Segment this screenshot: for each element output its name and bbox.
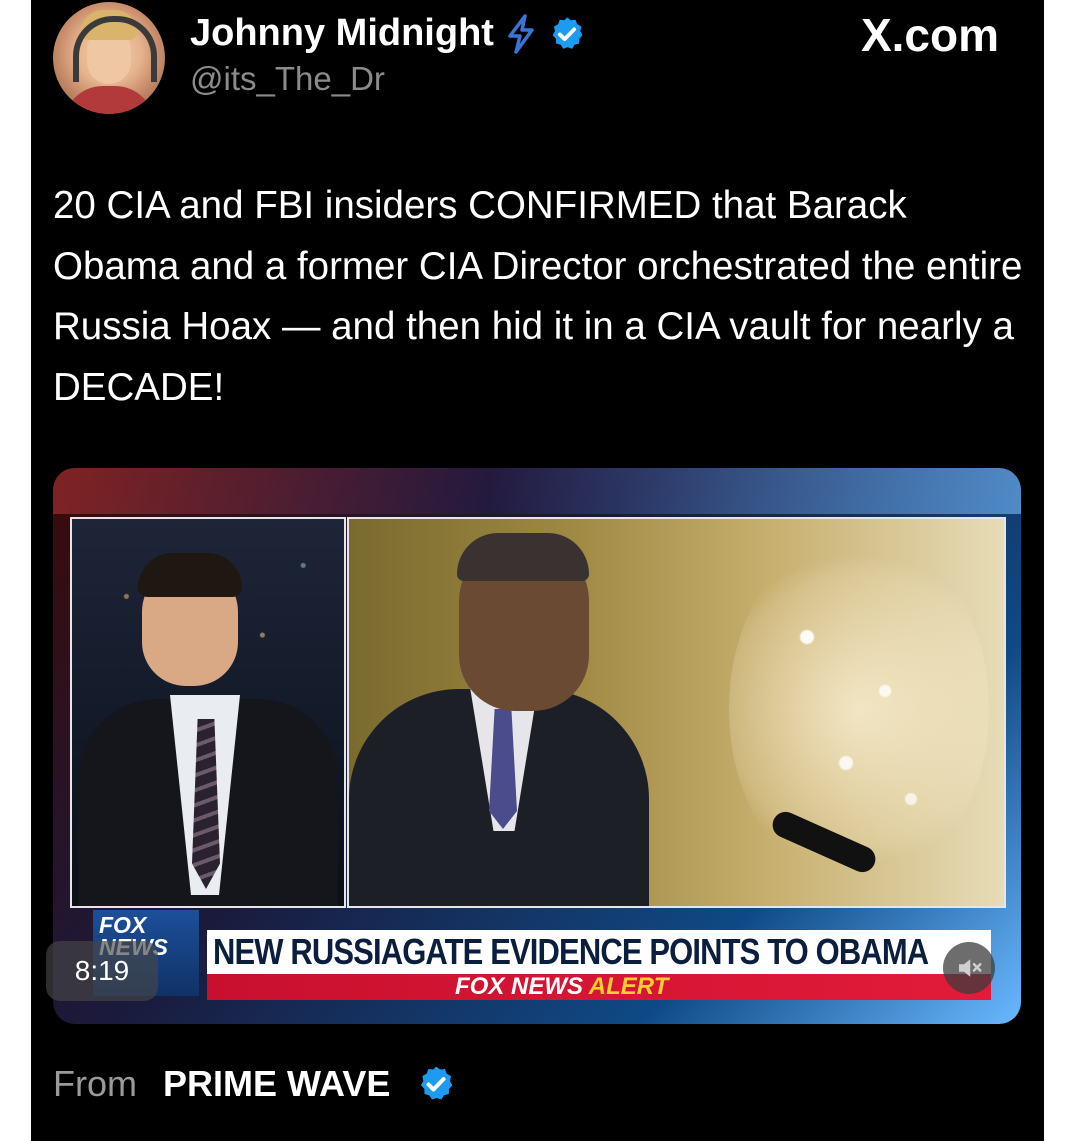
chandelier xyxy=(729,529,989,889)
avatar-shirt xyxy=(63,86,155,114)
host-video-panel xyxy=(70,517,346,908)
verified-icon xyxy=(421,1066,453,1100)
speaker-muted-icon xyxy=(959,959,982,977)
platform-label: X.com xyxy=(860,9,999,61)
chyron-headline-bar: NEW RUSSIAGATE EVIDENCE POINTS TO OBAMA xyxy=(207,930,991,974)
mute-button[interactable] xyxy=(943,942,995,994)
speaker-hair xyxy=(457,533,589,581)
author-name-row[interactable]: Johnny Midnight xyxy=(190,12,586,55)
video-source: From PRIME WAVE xyxy=(53,1063,456,1105)
speaker-video-panel xyxy=(347,517,1006,908)
author-name[interactable]: Johnny Midnight xyxy=(190,12,494,55)
video-backdrop xyxy=(53,468,1021,514)
author-handle[interactable]: @its_The_Dr xyxy=(190,60,385,98)
verified-icon xyxy=(552,16,583,49)
lightning-icon xyxy=(508,13,534,54)
tweet-card: Johnny Midnight @its_The_Dr X.com 20 CIA… xyxy=(31,0,1044,1141)
tweet-text: 20 CIA and FBI insiders CONFIRMED that B… xyxy=(53,184,1023,409)
alert-prefix: FOX NEWS xyxy=(455,973,584,1000)
chyron-headline: NEW RUSSIAGATE EVIDENCE POINTS TO OBAMA xyxy=(213,931,929,972)
video-player[interactable]: FOX NEWS NEW RUSSIAGATE EVIDENCE POINTS … xyxy=(53,468,1021,1024)
alert-word: ALERT xyxy=(588,973,669,1000)
video-timestamp: 8:19 xyxy=(46,941,158,1001)
news-chyron: FOX NEWS NEW RUSSIAGATE EVIDENCE POINTS … xyxy=(69,908,1004,1000)
chyron-alert-bar: FOX NEWS ALERT xyxy=(207,974,991,1000)
host-hair xyxy=(138,553,242,597)
chyron-alert: FOX NEWS ALERT xyxy=(455,975,668,999)
author-avatar[interactable] xyxy=(53,2,165,114)
avatar-headphones xyxy=(73,16,157,82)
source-account-name[interactable]: PRIME WAVE xyxy=(163,1063,390,1105)
source-from-label: From xyxy=(53,1063,137,1104)
